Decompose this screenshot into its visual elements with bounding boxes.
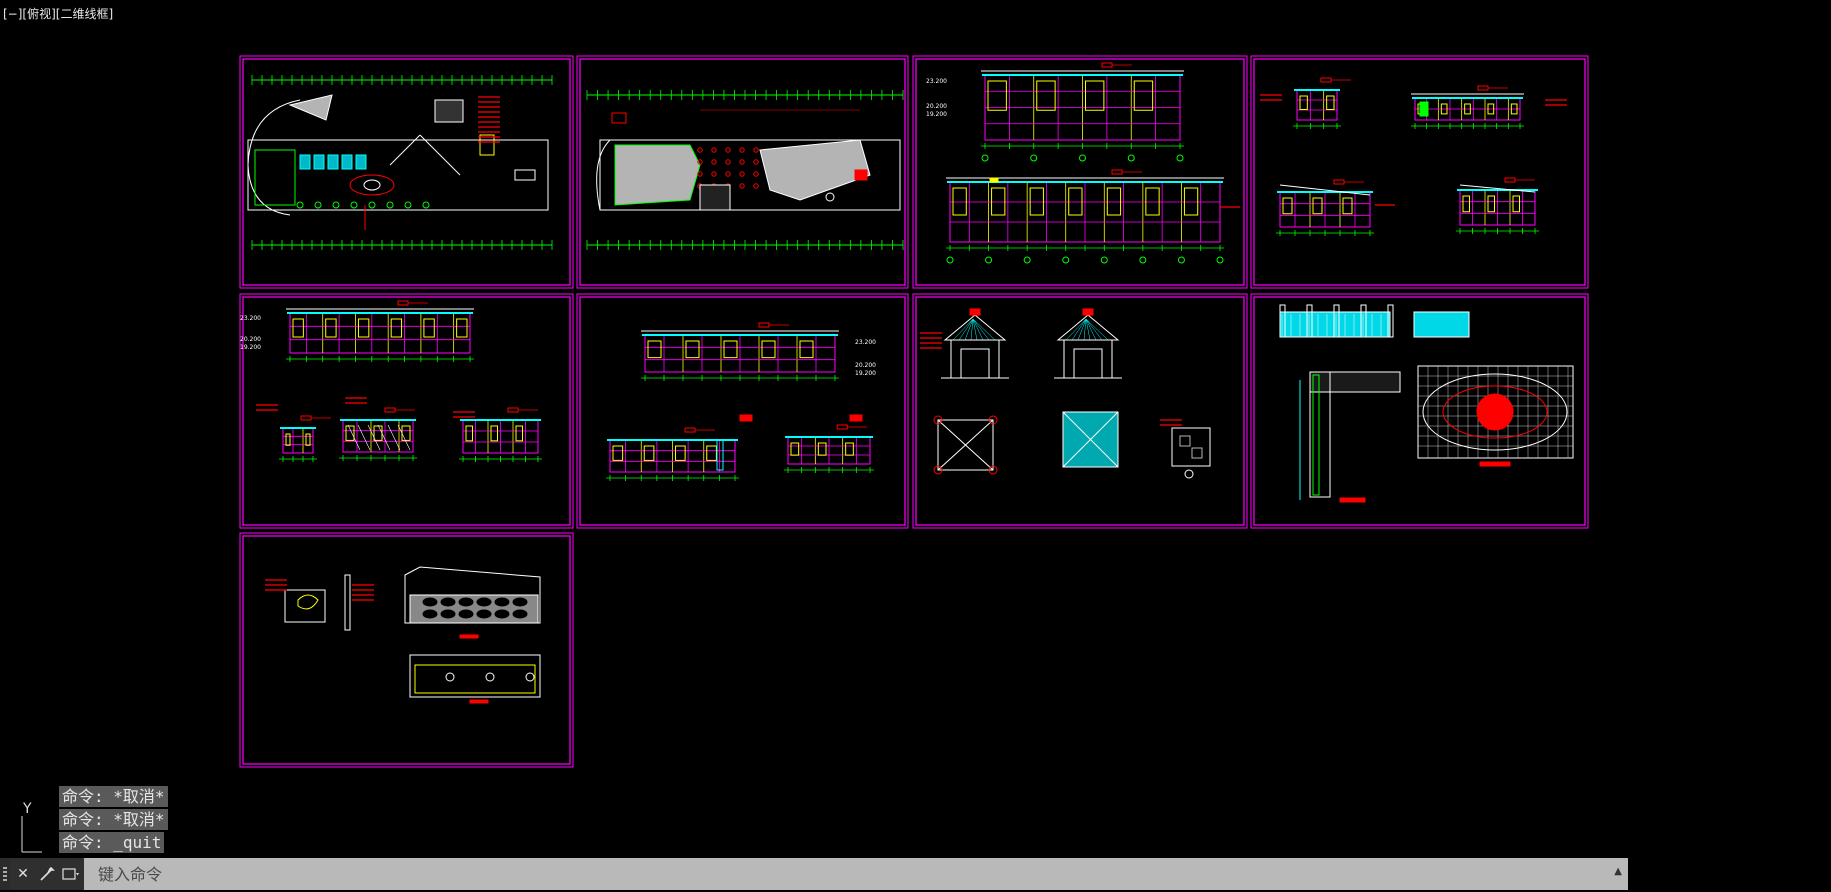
wrench-icon[interactable] — [38, 863, 56, 885]
svg-text:19.200: 19.200 — [240, 344, 261, 351]
command-input[interactable] — [84, 859, 1490, 889]
command-line-tools: ✕ — [10, 858, 84, 890]
drawing-sheet[interactable]: 23.200 20.20019.200 — [239, 293, 574, 529]
command-history-line: 命令: _quit — [59, 832, 165, 853]
command-history-line: 命令: *取消* — [59, 786, 168, 807]
svg-text:20.200: 20.200 — [855, 362, 876, 369]
drawing-sheet[interactable] — [239, 532, 574, 768]
drawing-sheet[interactable] — [1250, 55, 1589, 289]
svg-text:23.200: 23.200 — [926, 78, 947, 85]
ucs-y-label: Y — [22, 801, 32, 817]
command-history: 命令: *取消* 命令: *取消* 命令: _quit — [59, 786, 168, 853]
svg-text:23.200: 23.200 — [855, 339, 876, 346]
svg-text:20.200: 20.200 — [926, 103, 947, 110]
drawing-sheet[interactable] — [576, 55, 909, 289]
ucs-icon: Y — [14, 796, 44, 860]
svg-text:20.200: 20.200 — [240, 336, 261, 343]
command-history-line: 命令: *取消* — [59, 809, 168, 830]
expand-history-icon[interactable]: ▲ — [1614, 866, 1622, 877]
drawing-sheet[interactable]: 23.200 20.20019.200 — [576, 293, 909, 529]
drawing-sheet[interactable] — [239, 55, 574, 289]
command-line-grip[interactable] — [0, 858, 10, 890]
close-icon[interactable]: ✕ — [14, 863, 32, 885]
command-input-wrapper: ▲ — [84, 858, 1628, 890]
drawing-canvas[interactable]: 23.20020.20019.20023.20020.20019.20023.2… — [0, 0, 1831, 892]
drawing-sheet[interactable] — [1250, 293, 1589, 529]
svg-text:19.200: 19.200 — [926, 111, 947, 118]
command-line: ✕ ▲ — [0, 858, 1628, 890]
drawing-sheet[interactable]: 23.200 20.20019.200 — [912, 55, 1248, 289]
recent-commands-icon[interactable] — [62, 863, 80, 885]
svg-text:19.200: 19.200 — [855, 370, 876, 377]
svg-text:23.200: 23.200 — [240, 315, 261, 322]
drawing-sheet[interactable] — [912, 293, 1248, 529]
